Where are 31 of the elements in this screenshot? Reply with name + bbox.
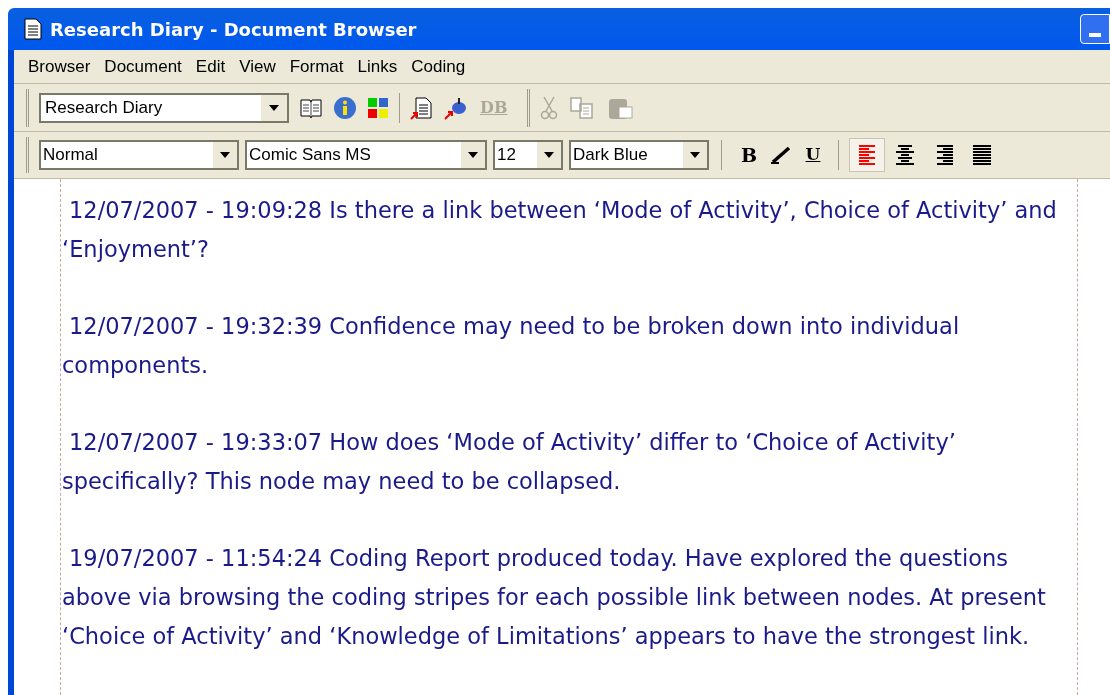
menu-item[interactable]: Browser (24, 53, 95, 80)
bold-button[interactable]: B (734, 140, 764, 170)
book-icon[interactable] (299, 96, 323, 119)
window-title: Research Diary - Document Browser (50, 17, 417, 42)
italic-icon[interactable] (770, 146, 792, 164)
align-center-icon[interactable] (895, 145, 915, 165)
document-icon (24, 18, 42, 40)
menu-item[interactable]: Format (285, 53, 348, 80)
color-grid-icon[interactable] (367, 96, 389, 119)
justify-icon[interactable] (971, 145, 991, 165)
minimize-button[interactable] (1080, 14, 1110, 44)
align-left-button[interactable] (849, 138, 885, 172)
menu-item[interactable]: Edit (191, 53, 230, 80)
pin-arrow-icon[interactable] (444, 95, 468, 120)
underline-button[interactable]: U (798, 140, 828, 170)
diary-entry: 12/07/2007 - 19:32:39 Confidence may need to be broken down into individual components. (62, 312, 961, 380)
document-dropdown[interactable]: Research Diary (39, 92, 289, 123)
diary-entry: 19/07/2007 - 11:54:24 Coding Report produced today. Have explored the questions above via browsing the coding stripes for each possible link between nodes. At present ‘Choice of Activity’ and ‘Knowledge of Limitations’ appears to have the strongest link. (62, 544, 1047, 651)
size-dropdown[interactable]: 12 (493, 140, 563, 170)
document-arrow-icon[interactable] (410, 95, 434, 120)
color-dropdown[interactable]: Dark Blue (569, 140, 709, 170)
info-icon[interactable] (333, 95, 357, 120)
align-left-icon[interactable] (857, 145, 877, 165)
menu-item[interactable]: View (235, 53, 280, 80)
menu-item[interactable]: Links (353, 53, 402, 80)
font-dropdown[interactable]: Comic Sans MS (245, 140, 487, 170)
menu-item[interactable]: Document (100, 53, 186, 80)
menu-item[interactable]: Coding (407, 53, 470, 80)
diary-entry: 12/07/2007 - 19:09:28 Is there a link between ‘Mode of Activity’, Choice of Activity’ and ‘Enjoyment’? (62, 196, 1058, 264)
style-dropdown[interactable]: Normal (39, 140, 239, 170)
diary-entry: 12/07/2007 - 19:33:07 How does ‘Mode of Activity’ differ to ‘Choice of Activity’ specifically? This node may need to be collapsed. (62, 428, 957, 496)
